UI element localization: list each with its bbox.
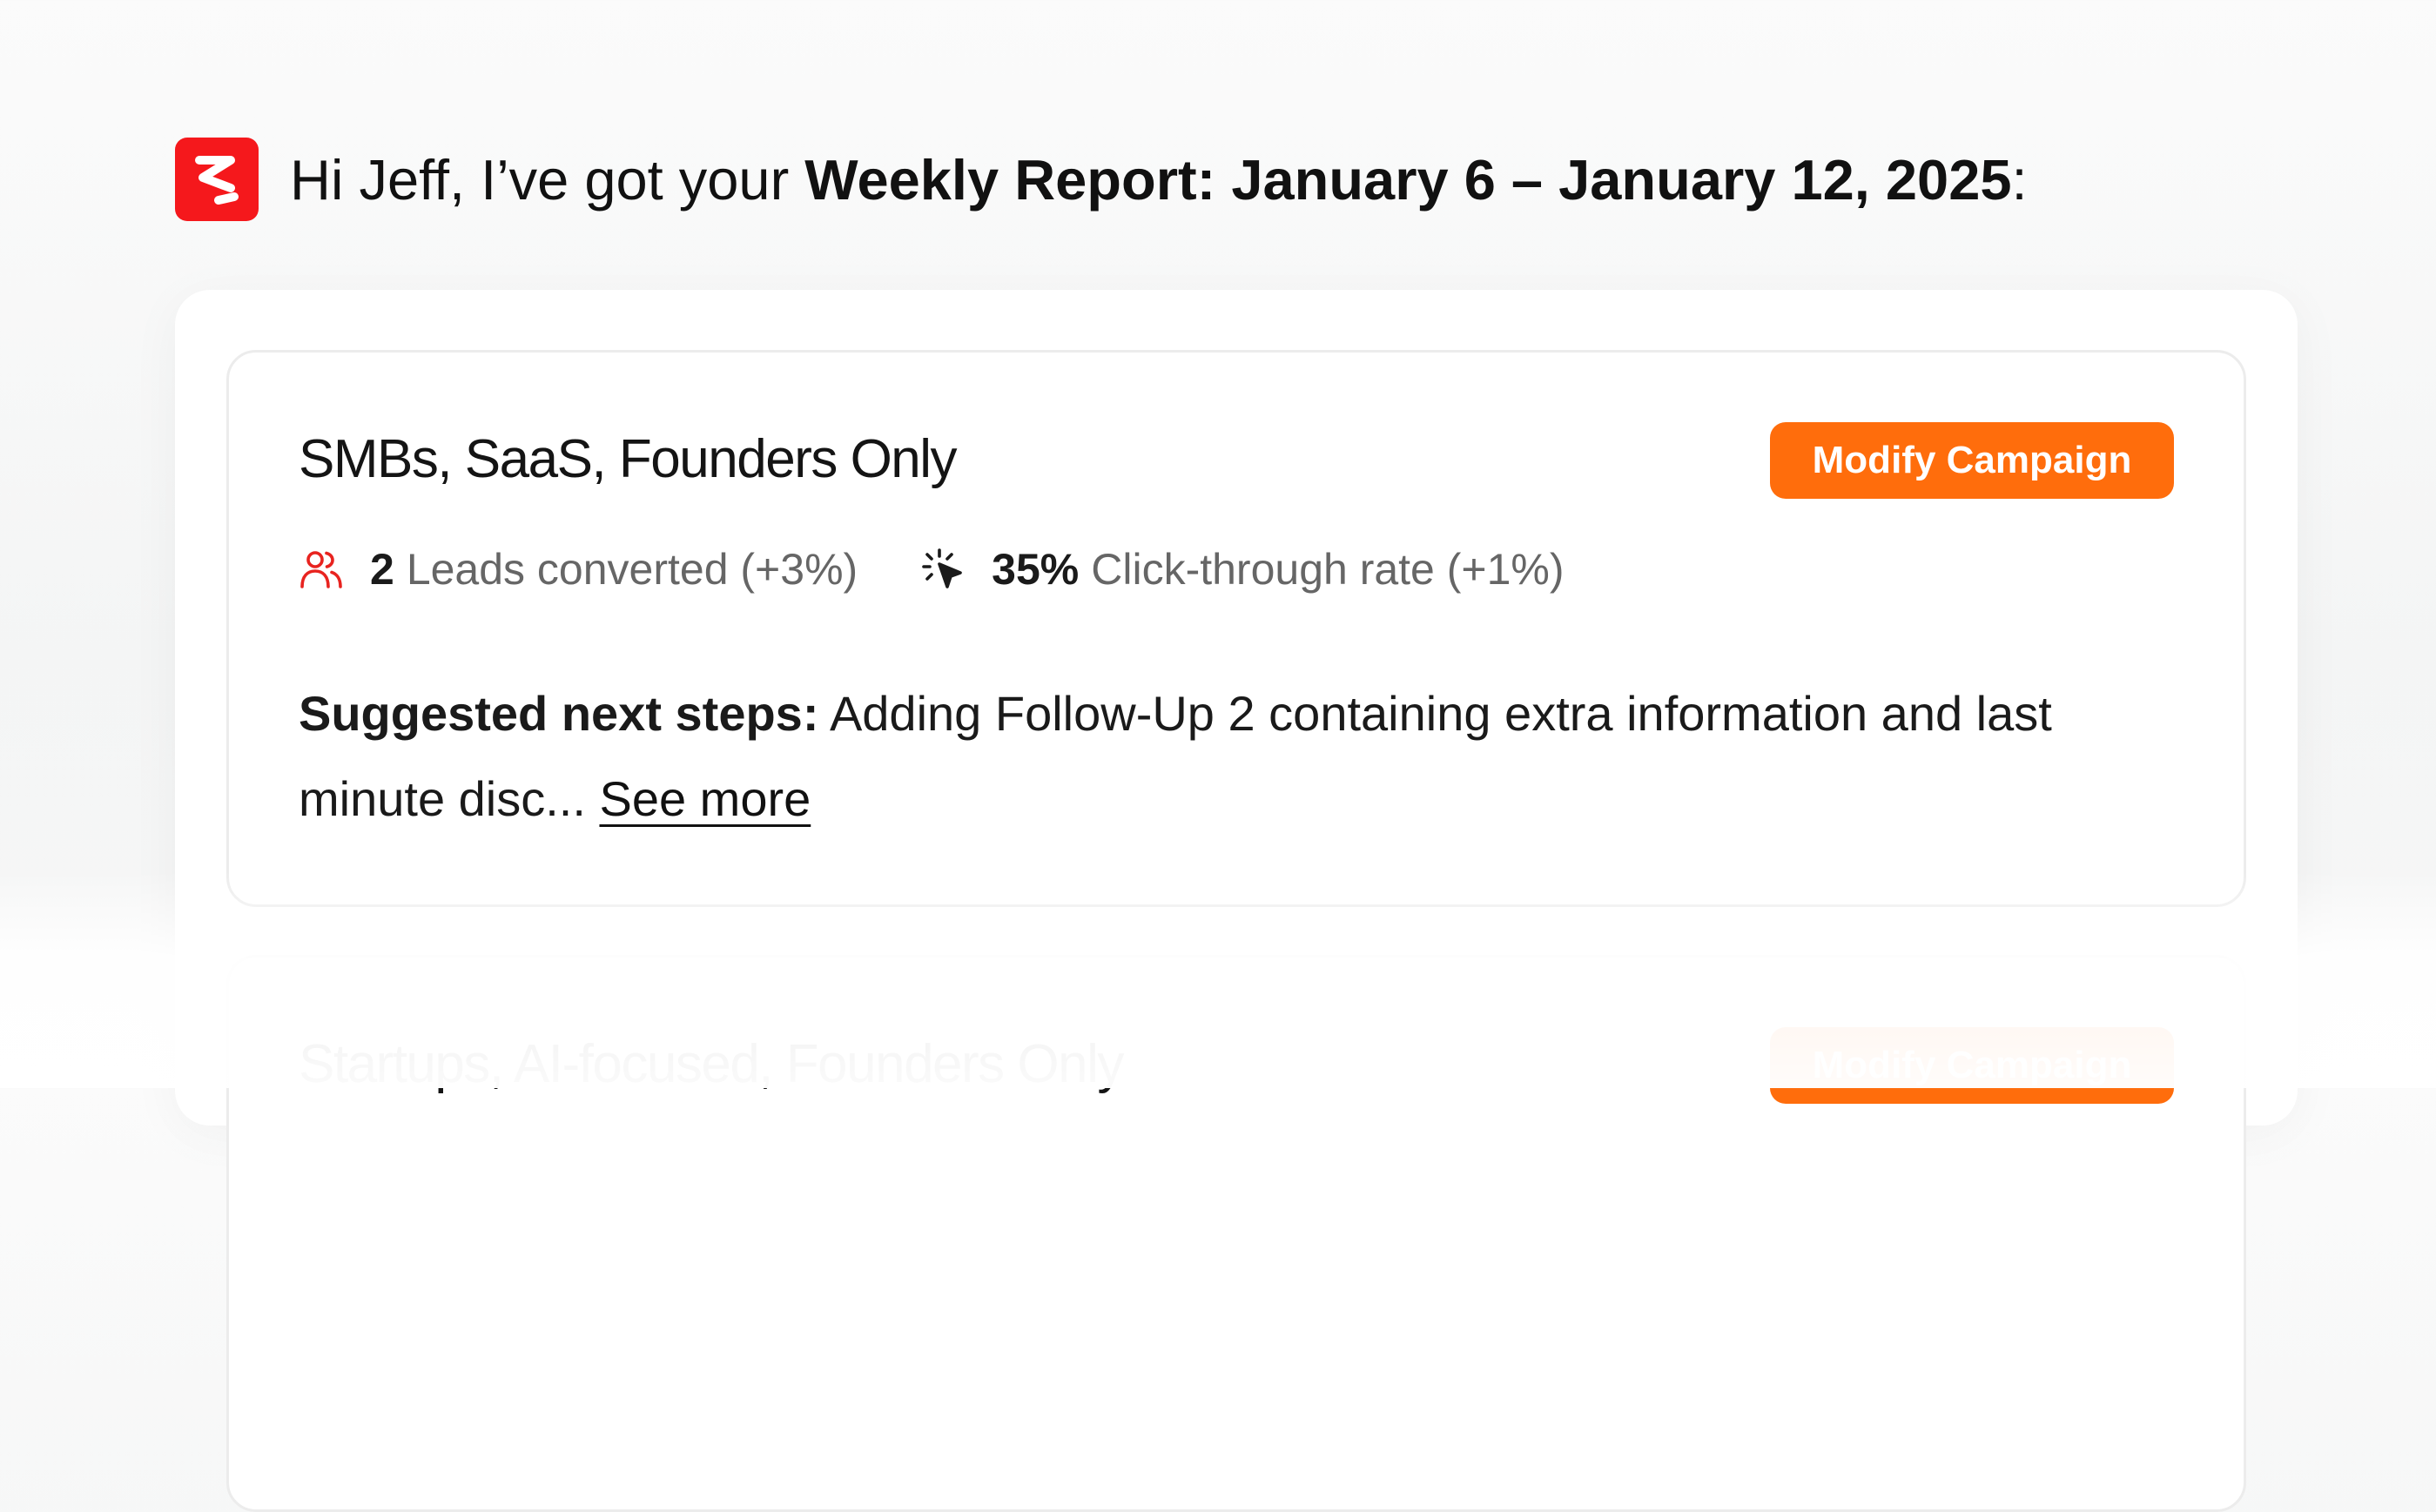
campaign-card: Startups, AI-focused, Founders Only Modi… [226, 955, 2246, 1512]
cursor-click-icon [920, 547, 966, 592]
report-panel: SMBs, SaaS, Founders Only Modify Campaig… [175, 290, 2298, 1512]
ctr-value: 35% [992, 545, 1080, 594]
greeting-prefix: Hi Jeff, I’ve got your [290, 147, 805, 212]
ctr-metric: 35% Click-through rate (+1%) [920, 544, 1565, 595]
suggested-next-steps: Suggested next steps: Adding Follow-Up 2… [299, 671, 2179, 842]
leads-value: 2 [370, 545, 394, 594]
see-more-link[interactable]: See more [599, 771, 811, 826]
modify-campaign-button[interactable]: Modify Campaign [1770, 422, 2174, 499]
greeting-suffix: : [2011, 147, 2028, 212]
leads-label: Leads converted (+3%) [406, 545, 858, 594]
next-steps-label: Suggested next steps: [299, 686, 819, 741]
campaign-title: SMBs, SaaS, Founders Only [299, 429, 958, 489]
greeting-row: Hi Jeff, I’ve got your Weekly Report: Ja… [175, 138, 2028, 221]
campaign-title: Startups, AI-focused, Founders Only [299, 1034, 1124, 1094]
brand-logo-icon [175, 138, 259, 221]
leads-metric: 2 Leads converted (+3%) [299, 544, 858, 595]
modify-campaign-button[interactable]: Modify Campaign [1770, 1027, 2174, 1104]
campaign-metrics: 2 Leads converted (+3%) 35% Click-throug… [299, 544, 1565, 595]
ctr-label: Click-through rate (+1%) [1091, 545, 1565, 594]
campaign-card: SMBs, SaaS, Founders Only Modify Campaig… [226, 350, 2246, 907]
report-title: Weekly Report: January 6 – January 12, 2… [804, 147, 2012, 212]
users-icon [299, 547, 344, 592]
greeting-text: Hi Jeff, I’ve got your Weekly Report: Ja… [290, 151, 2028, 208]
